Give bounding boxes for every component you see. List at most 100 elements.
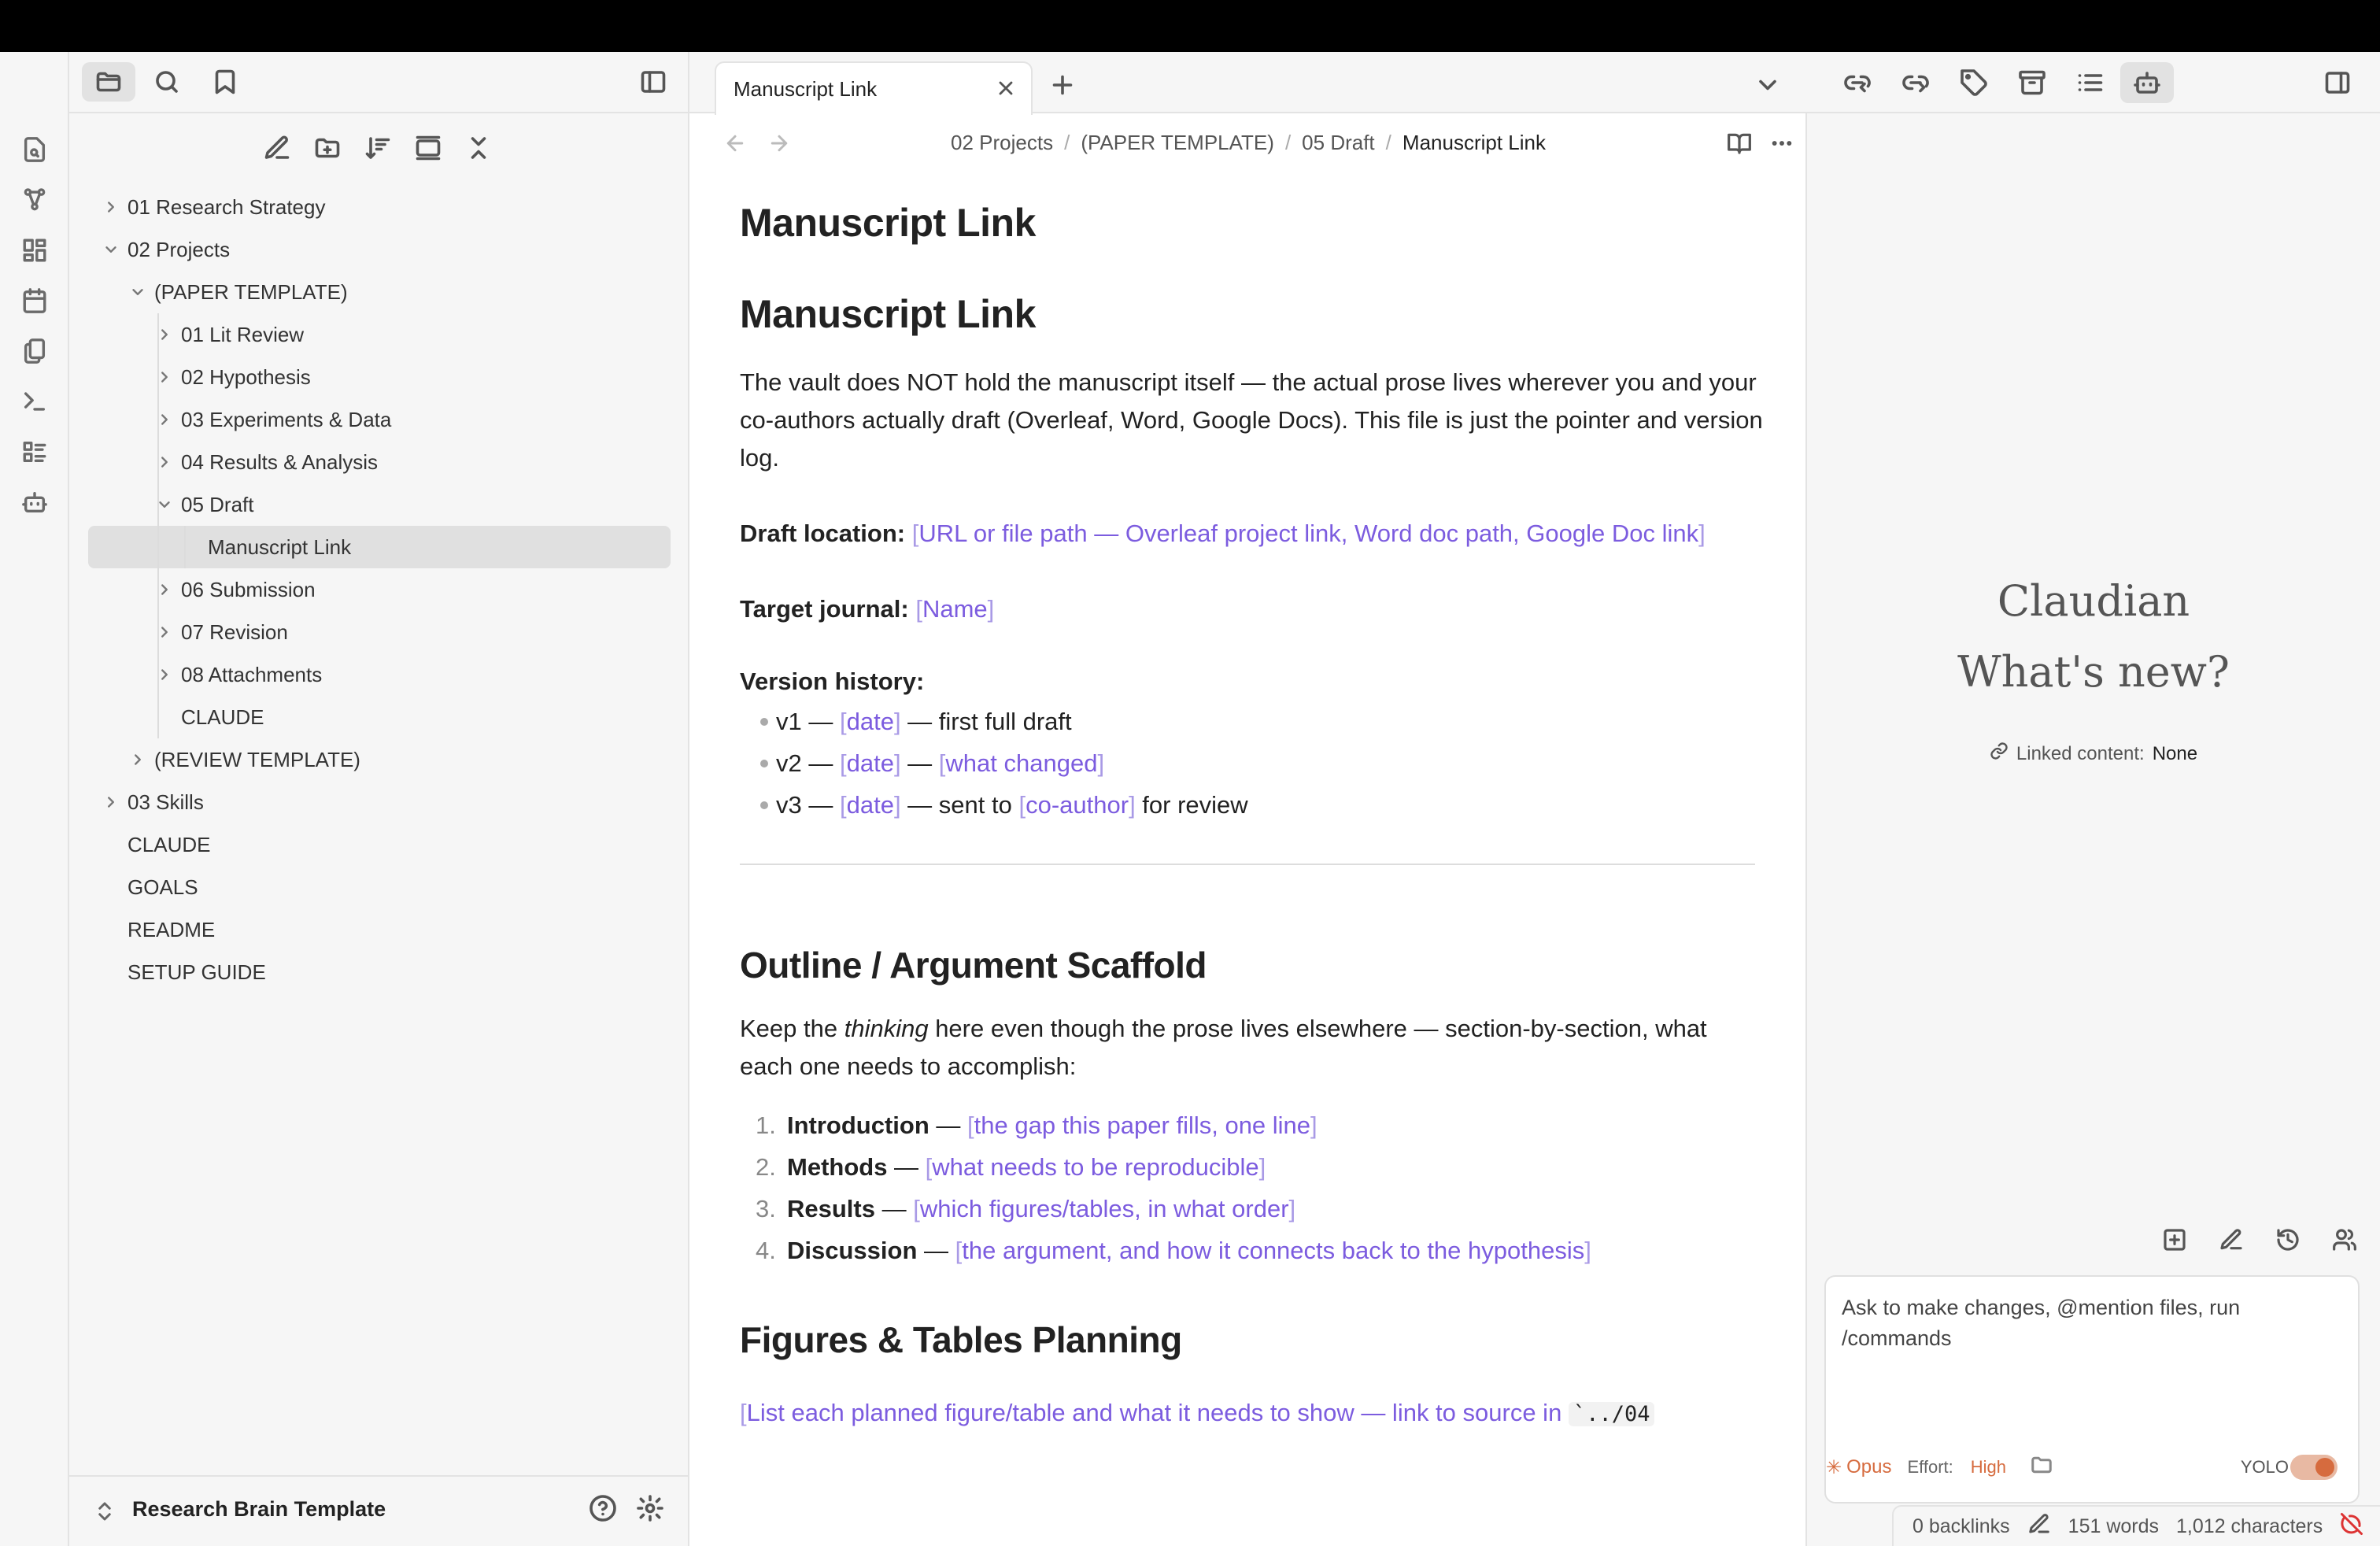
folder-icon[interactable] xyxy=(2030,1453,2053,1481)
tree-file-item[interactable]: SETUP GUIDE xyxy=(88,951,671,993)
calendar-icon[interactable] xyxy=(16,282,54,320)
tree-file-item[interactable]: CLAUDE xyxy=(88,696,671,738)
open-quick-switcher-icon[interactable] xyxy=(16,131,54,168)
tab-title[interactable]: Manuscript Link xyxy=(734,77,877,102)
breadcrumb-item[interactable]: 02 Projects xyxy=(951,131,1053,155)
tree-item-label[interactable]: CLAUDE xyxy=(181,696,264,738)
placeholder-link[interactable]: which figures/tables, in what order xyxy=(920,1195,1289,1222)
chevron-right-icon[interactable] xyxy=(153,611,176,653)
breadcrumb-item[interactable]: (PAPER TEMPLATE) xyxy=(1081,131,1274,155)
outgoing-links-icon[interactable] xyxy=(1889,62,1942,103)
placeholder-link[interactable]: List each planned figure/table and what … xyxy=(747,1399,1569,1426)
tree-item-label[interactable]: 01 Lit Review xyxy=(181,313,304,356)
breadcrumb-item[interactable]: 05 Draft xyxy=(1302,131,1375,155)
templates-icon[interactable] xyxy=(16,332,54,370)
vault-switcher[interactable]: Research Brain Template xyxy=(69,1475,688,1546)
chevron-right-icon[interactable] xyxy=(153,441,176,483)
breadcrumb-current[interactable]: Manuscript Link xyxy=(1402,131,1546,155)
chevron-right-icon[interactable] xyxy=(99,186,123,228)
tree-folder-item[interactable]: 07 Revision xyxy=(88,611,671,653)
tree-item-label[interactable]: (REVIEW TEMPLATE) xyxy=(154,738,360,781)
collapse-all-icon[interactable] xyxy=(460,129,497,167)
vault-name[interactable]: Research Brain Template xyxy=(132,1497,386,1522)
tree-folder-item[interactable]: 01 Lit Review xyxy=(88,313,671,356)
chevron-down-icon[interactable] xyxy=(153,483,176,526)
tree-file-item[interactable]: README xyxy=(88,908,671,951)
tab-manuscript-link[interactable]: Manuscript Link xyxy=(715,61,1033,115)
placeholder-link[interactable]: co-author xyxy=(1026,791,1129,819)
placeholder-link[interactable]: what needs to be reproducible xyxy=(932,1153,1258,1181)
tree-item-label[interactable]: (PAPER TEMPLATE) xyxy=(154,271,348,313)
target-journal-link[interactable]: Name xyxy=(922,595,988,623)
tree-folder-item[interactable]: 02 Projects xyxy=(88,228,671,271)
tree-item-label[interactable]: Manuscript Link xyxy=(208,526,351,568)
placeholder-link[interactable]: the gap this paper fills, one line xyxy=(974,1111,1310,1139)
chevron-down-icon[interactable] xyxy=(126,271,150,313)
tree-item-label[interactable]: README xyxy=(128,908,215,951)
graph-view-icon[interactable] xyxy=(16,181,54,219)
date-link[interactable]: date xyxy=(847,791,894,819)
vault-switch-icon[interactable] xyxy=(93,1497,116,1529)
tree-folder-item[interactable]: 04 Results & Analysis xyxy=(88,441,671,483)
model-selector[interactable]: ✳ Opus xyxy=(1826,1456,1891,1479)
chevron-down-icon[interactable] xyxy=(99,228,123,271)
tree-folder-item[interactable]: 08 Attachments xyxy=(88,653,671,696)
tree-file-item[interactable]: CLAUDE xyxy=(88,823,671,866)
tasks-icon[interactable] xyxy=(16,433,54,471)
reading-view-book-icon[interactable] xyxy=(1722,126,1757,161)
settings-gear-icon[interactable] xyxy=(636,1494,664,1526)
tree-item-label[interactable]: 02 Projects xyxy=(128,228,230,271)
date-link[interactable]: date xyxy=(847,749,894,777)
tree-item-label[interactable]: 04 Results & Analysis xyxy=(181,441,378,483)
tree-item-label[interactable]: 08 Attachments xyxy=(181,653,322,696)
tree-item-label[interactable]: 07 Revision xyxy=(181,611,288,653)
chevron-right-icon[interactable] xyxy=(153,313,176,356)
tags-icon[interactable] xyxy=(1947,62,2001,103)
pencil-icon[interactable] xyxy=(2027,1512,2051,1541)
outline-list-icon[interactable] xyxy=(2064,62,2117,103)
terminal-icon[interactable] xyxy=(16,383,54,420)
chevron-right-icon[interactable] xyxy=(153,398,176,441)
toggle-right-sidebar-icon[interactable] xyxy=(2311,62,2364,103)
tree-item-label[interactable]: CLAUDE xyxy=(128,823,210,866)
tree-folder-item[interactable]: (PAPER TEMPLATE) xyxy=(88,271,671,313)
search-icon[interactable] xyxy=(140,62,194,102)
more-options-icon[interactable] xyxy=(1765,126,1799,161)
forward-arrow-icon[interactable] xyxy=(762,126,796,161)
auto-reveal-icon[interactable] xyxy=(409,129,447,167)
claudian-bot-icon[interactable] xyxy=(2120,62,2174,103)
effort-selector[interactable]: High xyxy=(1971,1457,2006,1478)
tree-item-label[interactable]: 03 Skills xyxy=(128,781,204,823)
new-folder-icon[interactable] xyxy=(309,129,346,167)
tree-folder-item[interactable]: 01 Research Strategy xyxy=(88,186,671,228)
bot-icon[interactable] xyxy=(16,483,54,521)
edit-icon[interactable] xyxy=(2212,1220,2251,1259)
draft-location-link[interactable]: URL or file path — Overleaf project link… xyxy=(918,520,1698,547)
chat-input-placeholder[interactable]: Ask to make changes, @mention files, run… xyxy=(1842,1293,2330,1354)
sort-icon[interactable] xyxy=(359,129,397,167)
users-icon[interactable] xyxy=(2325,1220,2364,1259)
back-arrow-icon[interactable] xyxy=(718,126,752,161)
tree-item-label[interactable]: SETUP GUIDE xyxy=(128,951,266,993)
tree-folder-item[interactable]: 03 Experiments & Data xyxy=(88,398,671,441)
canvas-icon[interactable] xyxy=(16,231,54,269)
tree-item-label[interactable]: 01 Research Strategy xyxy=(128,186,325,228)
tree-item-label[interactable]: 03 Experiments & Data xyxy=(181,398,391,441)
new-chat-icon[interactable] xyxy=(2155,1220,2194,1259)
chevron-right-icon[interactable] xyxy=(99,781,123,823)
tree-item-label[interactable]: GOALS xyxy=(128,866,198,908)
chevron-right-icon[interactable] xyxy=(126,738,150,781)
tree-folder-item[interactable]: 06 Submission xyxy=(88,568,671,611)
close-tab-icon[interactable] xyxy=(992,74,1020,102)
chevron-right-icon[interactable] xyxy=(153,653,176,696)
yolo-toggle[interactable] xyxy=(2290,1455,2338,1480)
tree-file-item[interactable]: Manuscript Link xyxy=(88,526,671,568)
tree-folder-item[interactable]: (REVIEW TEMPLATE) xyxy=(88,738,671,781)
date-link[interactable]: date xyxy=(847,708,894,735)
placeholder-link[interactable]: the argument, and how it connects back t… xyxy=(962,1237,1584,1264)
tree-folder-item[interactable]: 02 Hypothesis xyxy=(88,356,671,398)
tree-item-label[interactable]: 05 Draft xyxy=(181,483,254,526)
sync-error-icon[interactable] xyxy=(2340,1512,2363,1541)
tree-item-label[interactable]: 02 Hypothesis xyxy=(181,356,311,398)
new-note-icon[interactable] xyxy=(258,129,296,167)
